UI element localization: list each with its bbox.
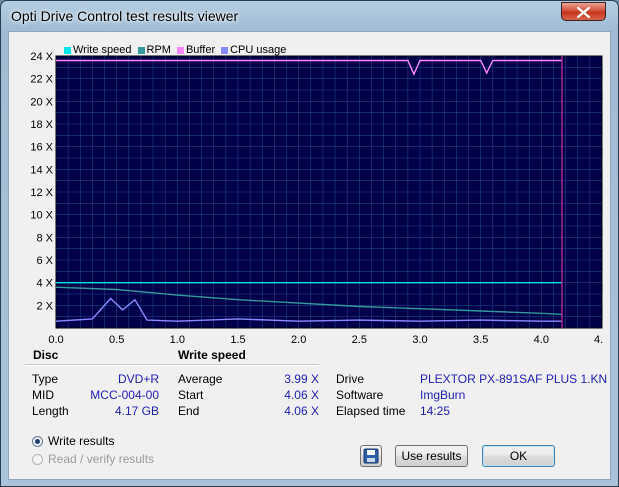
read-verify-results-radio[interactable]: Read / verify results (32, 452, 154, 466)
disc-type-value: DVD+R (117, 372, 159, 386)
legend-swatch-rpm (137, 46, 145, 54)
y-tick-label: 10 X (30, 210, 53, 222)
legend-label: RPM (146, 44, 171, 56)
software-label: Software (336, 388, 384, 402)
drive-label: Drive (336, 372, 365, 386)
software-value: ImgBurn (420, 388, 466, 402)
start-label: Start (178, 388, 204, 402)
x-tick-label: 0.5 (109, 334, 124, 346)
y-tick-label: 8 X (36, 232, 53, 244)
x-tick-label: 4.0 (534, 334, 549, 346)
disc-heading: Disc (33, 348, 59, 362)
y-tick-label: 4 X (36, 278, 53, 290)
x-tick-label: 4.5 GB (594, 334, 603, 346)
legend-swatch-write-speed (64, 46, 71, 54)
ok-button[interactable]: OK (482, 445, 555, 467)
x-tick-label: 2.5 (352, 334, 367, 346)
disc-length-value: 4.17 GB (114, 404, 159, 418)
chart-panel: 2 X 4 X 6 X 8 X 10 X 12 X 14 X 16 X 18 X 20 X 22 X… (16, 39, 603, 349)
x-tick-label: 0.0 (48, 334, 63, 346)
floppy-disk-icon (363, 448, 379, 464)
y-tick-label: 2 X (36, 300, 53, 312)
y-tick-label: 20 X (30, 96, 53, 108)
average-value: 3.99 X (284, 372, 319, 386)
app-window: Opti Drive Control test results viewer 2… (0, 0, 619, 487)
x-tick-label: 3.5 (473, 334, 488, 346)
average-label: Average (178, 372, 223, 386)
chart-legend: Write speed RPM Buffer CPU usage (64, 44, 286, 56)
close-icon (577, 7, 590, 18)
disc-divider (25, 364, 170, 366)
end-value: 4.06 X (284, 404, 319, 418)
x-tick-label: 2.0 (291, 334, 306, 346)
y-tick-label: 6 X (36, 255, 53, 267)
legend-item-cpu-usage: CPU usage (221, 44, 286, 56)
use-results-button[interactable]: Use results (395, 445, 468, 467)
write-results-label: Write results (48, 434, 115, 448)
save-button[interactable] (360, 445, 382, 467)
y-tick-label: 12 X (30, 187, 53, 199)
legend-label: Buffer (185, 44, 216, 56)
window-title: Opti Drive Control test results viewer (11, 8, 239, 24)
disc-mid-value: MCC-004-00 (90, 388, 159, 402)
elapsed-time-value: 14:25 (420, 404, 451, 418)
y-tick-label: 18 X (30, 119, 53, 131)
drive-value: PLEXTOR PX-891SAF PLUS 1.KN (420, 372, 608, 386)
x-tick-label: 1.0 (170, 334, 185, 346)
disc-type-label: Type (32, 372, 59, 386)
disc-mid-label: MID (32, 388, 54, 402)
elapsed-time-label: Elapsed time (336, 404, 406, 418)
radio-selected-icon (32, 435, 43, 447)
end-label: End (178, 404, 200, 418)
read-verify-results-label: Read / verify results (48, 452, 155, 466)
radio-unselected-icon (32, 453, 43, 465)
y-tick-label: 16 X (30, 142, 53, 154)
x-tick-label: 1.5 (230, 334, 245, 346)
write-results-radio[interactable]: Write results (32, 434, 114, 448)
legend-item-buffer: Buffer (176, 44, 216, 56)
client-area: 2 X 4 X 6 X 8 X 10 X 12 X 14 X 16 X 18 X 20 X 22 X… (8, 31, 611, 480)
title-bar[interactable]: Opti Drive Control test results viewer (1, 1, 618, 31)
legend-label: CPU usage (230, 44, 287, 56)
close-button[interactable] (561, 2, 606, 21)
legend-label: Write speed (73, 44, 132, 56)
legend-swatch-buffer (176, 46, 184, 54)
legend-item-write-speed: Write speed (64, 44, 132, 56)
speed-chart: 2 X 4 X 6 X 8 X 10 X 12 X 14 X 16 X 18 X 20 X 22 X… (30, 51, 603, 346)
start-value: 4.06 X (284, 388, 319, 402)
y-tick-label: 14 X (30, 164, 53, 176)
write-speed-heading: Write speed (178, 348, 246, 362)
x-tick-label: 3.0 (412, 334, 427, 346)
legend-swatch-cpu-usage (221, 46, 229, 54)
disc-length-label: Length (32, 404, 69, 418)
y-tick-label: 24 X (30, 51, 53, 63)
legend-item-rpm: RPM (137, 44, 171, 56)
y-tick-label: 22 X (30, 74, 53, 86)
write-speed-divider (171, 364, 319, 366)
